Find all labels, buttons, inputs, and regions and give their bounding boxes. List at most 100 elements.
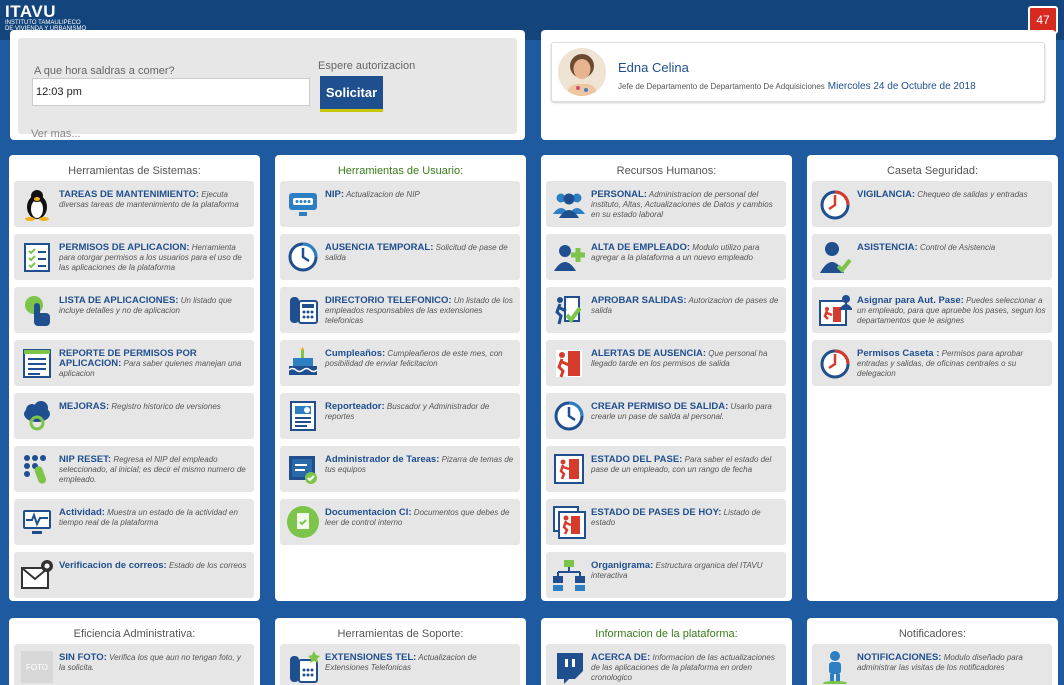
meal-request-panel: A que hora saldras a comer? 12:03 pm Esp… (10, 30, 525, 140)
task-board-icon (285, 450, 321, 488)
tool-card: Herramientas de Sistemas: TAREAS DE MANTE… (9, 155, 260, 601)
itavu-logo[interactable]: ITAVU INSTITUTO TAMAULIPECO DE VIVIENDA … (5, 3, 86, 32)
tool-item-text: NIP: Actualizacion de NIP (325, 190, 515, 200)
tool-item-title: ASISTENCIA: (857, 242, 918, 253)
user-add-icon (551, 238, 587, 276)
tool-item[interactable]: NOTIFICACIONES: Modulo diseñado para adm… (812, 644, 1052, 685)
org-chart-icon (551, 556, 587, 594)
card-title: Notificadores: (898, 628, 967, 640)
tool-item[interactable]: AUSENCIA TEMPORAL: Solicitud de pase de … (280, 234, 520, 280)
tool-item-text: Reporteador: Buscador y Administrador de… (325, 402, 515, 422)
tool-item-text: EXTENSIONES TEL: Actualizacion de Extens… (325, 653, 515, 673)
card-title: Caseta Seguridad: (886, 165, 979, 177)
tool-item[interactable]: LISTA DE APLICACIONES: Un listado que in… (14, 287, 254, 333)
tool-item[interactable]: NIP RESET: Regresa el NIP del empleado s… (14, 446, 254, 492)
tool-item[interactable]: Administrador de Tareas: Pizarra de tema… (280, 446, 520, 492)
tool-item-text: Administrador de Tareas: Pizarra de tema… (325, 455, 515, 475)
tool-item-title: ESTADO DE PASES DE HOY: (591, 507, 722, 518)
tool-item-text: ALTA DE EMPLEADO: Modulo utilizo para ag… (591, 243, 781, 263)
tool-item[interactable]: NIP: Actualizacion de NIP (280, 181, 520, 227)
tool-item-text: TAREAS DE MANTENIMIENTO: Ejecuta diversa… (59, 190, 249, 210)
tool-item-text: Cumpleaños: Cumpleañeros de este mes, co… (325, 349, 515, 369)
tool-card: Recursos Humanos: PERSONAL: Administracio… (541, 155, 792, 601)
tool-item-title: ACERCA DE: (591, 652, 651, 663)
tool-item[interactable]: EXTENSIONES TEL: Actualizacion de Extens… (280, 644, 520, 685)
tool-item-title: Cumpleaños: (325, 348, 386, 359)
clock-icon (551, 397, 587, 435)
tool-item-text: MEJORAS: Registro historico de versiones (59, 402, 249, 412)
tool-item-description: Registro historico de versiones (111, 402, 221, 411)
tool-item[interactable]: REPORTE DE PERMISOS POR APLICACION: Para… (14, 340, 254, 386)
exit-check-icon (551, 291, 587, 329)
tool-item[interactable]: PERMISOS DE APLICACION: Herramienta para… (14, 234, 254, 280)
meal-request-inner: A que hora saldras a comer? 12:03 pm Esp… (18, 38, 517, 140)
tool-item[interactable]: TAREAS DE MANTENIMIENTO: Ejecuta diversa… (14, 181, 254, 227)
tool-item[interactable]: Actividad: Muestra un estado de la activ… (14, 499, 254, 545)
tool-item[interactable]: Verificacion de correos: Estado de los c… (14, 552, 254, 598)
tool-card: Eficiencia Administrativa: FOTO SIN FOTO: … (9, 618, 260, 685)
user-panel: Edna Celina Jefe de Departamento de Depa… (541, 30, 1056, 140)
tool-item-text: ESTADO DEL PASE: Para saber el estado de… (591, 455, 781, 475)
tool-item[interactable]: APROBAR SALIDAS: Autorizacion de pases d… (546, 287, 786, 333)
tool-item-title: Documentacion CI: (325, 507, 412, 518)
tool-item[interactable]: PERSONAL: Administracion de personal del… (546, 181, 786, 227)
tool-item-text: ASISTENCIA: Control de Asistencia (857, 243, 1047, 253)
exit-list-icon (551, 503, 587, 541)
tool-item-title: LISTA DE APLICACIONES: (59, 295, 179, 306)
tool-item[interactable]: Organigrama: Estructura organica del ITA… (546, 552, 786, 598)
tool-item-text: AUSENCIA TEMPORAL: Solicitud de pase de … (325, 243, 515, 263)
tool-item-description: Chequeo de salidas y entradas (917, 190, 1028, 199)
tool-item[interactable]: ASISTENCIA: Control de Asistencia (812, 234, 1052, 280)
tool-item-text: APROBAR SALIDAS: Autorizacion de pases d… (591, 296, 781, 316)
keypad-icon (19, 450, 55, 488)
tool-item[interactable]: Asignar para Aut. Pase: Puedes seleccion… (812, 287, 1052, 333)
tool-item-title: ESTADO DEL PASE: (591, 454, 683, 465)
person-bell-icon (817, 648, 853, 685)
tool-item[interactable]: Documentacion CI: Documentos que debes d… (280, 499, 520, 545)
tool-item[interactable]: ACERCA DE: Informacion de las actualizac… (546, 644, 786, 685)
tool-item[interactable]: Reporteador: Buscador y Administrador de… (280, 393, 520, 439)
tool-item-title: PERMISOS DE APLICACION: (59, 242, 190, 253)
tool-item-text: Verificacion de correos: Estado de los c… (59, 561, 249, 571)
see-more-link[interactable]: Ver mas... (31, 128, 81, 140)
tool-item-text: ACERCA DE: Informacion de las actualizac… (591, 653, 781, 683)
tool-item[interactable]: FOTO SIN FOTO: Verifica los que aun no te… (14, 644, 254, 685)
tool-item[interactable]: DIRECTORIO TELEFONICO: Un listado de los… (280, 287, 520, 333)
tool-item-description: Actualizacion de NIP (345, 190, 420, 199)
tool-item[interactable]: VIGILANCIA: Chequeo de salidas y entrada… (812, 181, 1052, 227)
tool-item[interactable]: Permisos Caseta : Permisos para aprobar … (812, 340, 1052, 386)
no-photo-icon: FOTO (19, 648, 55, 685)
exit-icon (551, 450, 587, 488)
user-card: Edna Celina Jefe de Departamento de Depa… (551, 42, 1045, 102)
tool-item[interactable]: ALERTAS DE AUSENCIA: Que personal ha lle… (546, 340, 786, 386)
twitch-icon (551, 648, 587, 685)
tool-item-text: DIRECTORIO TELEFONICO: Un listado de los… (325, 296, 515, 326)
doc-check-icon (285, 503, 321, 541)
phone-star-icon (285, 648, 321, 685)
tool-item[interactable]: Cumpleaños: Cumpleañeros de este mes, co… (280, 340, 520, 386)
notifications-count: 47 (1036, 13, 1050, 27)
tool-item[interactable]: ESTADO DE PASES DE HOY: Listado de estad… (546, 499, 786, 545)
tool-item-text: CREAR PERMISO DE SALIDA: Usarlo para cre… (591, 402, 781, 422)
tool-item-title: ALERTAS DE AUSENCIA: (591, 348, 707, 359)
avatar (558, 48, 606, 96)
tool-item[interactable]: MEJORAS: Registro historico de versiones (14, 393, 254, 439)
wait-authorization-label: Espere autorizacion (318, 60, 416, 72)
solicitar-button[interactable]: Solicitar (320, 76, 383, 112)
tool-item[interactable]: CREAR PERMISO DE SALIDA: Usarlo para cre… (546, 393, 786, 439)
tool-item-title: NOTIFICACIONES: (857, 652, 942, 663)
tool-item-text: NOTIFICACIONES: Modulo diseñado para adm… (857, 653, 1047, 673)
meal-time-input[interactable]: 12:03 pm (32, 78, 310, 106)
svg-text:FOTO: FOTO (26, 663, 48, 672)
cake-icon (285, 344, 321, 382)
tool-item-description: Estado de los correos (168, 561, 247, 570)
tool-item-text: PERMISOS DE APLICACION: Herramienta para… (59, 243, 249, 273)
logo-main-text: ITAVU (5, 2, 56, 21)
alarm-clock-icon (817, 344, 853, 382)
tool-item-text: Documentacion CI: Documentos que debes d… (325, 508, 515, 528)
tool-item-title: APROBAR SALIDAS: (591, 295, 687, 306)
nip-icon (285, 185, 321, 223)
tool-item[interactable]: ESTADO DEL PASE: Para saber el estado de… (546, 446, 786, 492)
tool-item[interactable]: ALTA DE EMPLEADO: Modulo utilizo para ag… (546, 234, 786, 280)
tool-item-text: Asignar para Aut. Pase: Puedes seleccion… (857, 296, 1047, 326)
